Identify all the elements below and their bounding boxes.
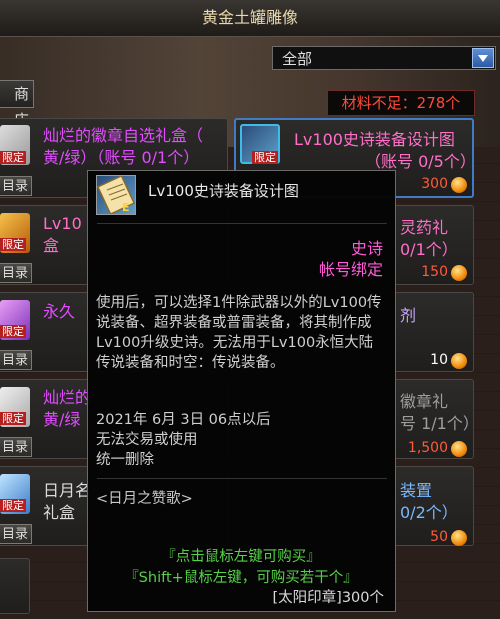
tooltip-title: Lv100史诗装备设计图 — [148, 182, 299, 200]
item-name: 灿烂的 — [43, 388, 92, 407]
catalog-button[interactable]: 目录 — [0, 524, 32, 544]
item-name-line2: （账号 0/5个） — [365, 152, 476, 171]
item-name-line2: 礼盒 — [43, 503, 76, 522]
limited-badge: 限定 — [0, 499, 26, 512]
tooltip-delete-note: 统一删除 — [96, 452, 154, 468]
svg-text:E: E — [122, 201, 130, 214]
coin-icon — [451, 265, 467, 281]
item-name: Lv10 — [43, 214, 82, 233]
item-name-line2: 黄/绿）（账号 0/1个） — [43, 148, 200, 167]
dropdown-arrow-icon[interactable] — [472, 48, 494, 68]
coin-icon — [451, 177, 467, 193]
item-card[interactable] — [0, 558, 30, 614]
catalog-button[interactable]: 目录 — [0, 350, 32, 370]
tooltip-bind-type: 帐号绑定 — [318, 260, 383, 279]
item-name-line2: 盒 — [43, 236, 60, 255]
tooltip-bulk-buy-hint: 『Shift+鼠标左键，可购买若干个』 — [124, 570, 358, 586]
item-name: 灿烂的徽章自选礼盒（ — [43, 126, 204, 145]
window-title: 黄金土罐雕像 — [201, 8, 298, 27]
tab-shop[interactable]: 商店 — [0, 80, 34, 129]
tooltip-restriction: 无法交易或使用 — [96, 432, 198, 448]
catalog-button[interactable]: 目录 — [0, 437, 32, 457]
limited-badge: 限定 — [0, 238, 26, 251]
coin-icon — [451, 441, 467, 457]
item-name-line2: 号 1/1个） — [400, 414, 479, 433]
category-filter-value: 全部 — [282, 50, 313, 68]
item-name: 日月名 — [43, 481, 92, 500]
limited-badge: 限定 — [252, 151, 278, 164]
item-name: 装置 — [400, 481, 433, 500]
catalog-button[interactable]: 目录 — [0, 176, 32, 196]
material-shortage-notice: 材料不足：278个 — [327, 90, 475, 116]
tooltip-buy-hint: 『点击鼠标左键可购买』 — [161, 549, 321, 565]
tooltip-cost: [太阳印章]300个 — [272, 590, 385, 606]
coin-icon — [451, 530, 467, 546]
item-name-line2: 黄/绿 — [43, 410, 81, 429]
limited-badge: 限定 — [0, 412, 26, 425]
item-name-line2: 0/2个） — [400, 503, 458, 522]
item-name: 永久 — [43, 302, 76, 321]
divider — [97, 223, 387, 224]
coin-icon — [451, 353, 467, 369]
item-name: 剂 — [400, 306, 417, 325]
tooltip-set-name: <日月之赞歌> — [96, 491, 193, 507]
item-name: 灵药礼 — [400, 218, 449, 237]
tooltip-description: 使用后，可以选择1件除武器以外的Lv100传说装备、超界装备或普雷装备，将其制作… — [96, 295, 382, 371]
scroll-icon: E — [96, 174, 136, 216]
tooltip-expiry-date: 2021年 6月 3日 06点以后 — [96, 412, 271, 428]
catalog-button[interactable]: 目录 — [0, 263, 32, 283]
limited-badge: 限定 — [0, 325, 26, 338]
limited-badge: 限定 — [0, 151, 26, 164]
divider — [97, 478, 387, 479]
item-name: 徽章礼 — [400, 392, 449, 411]
item-name-line2: 0/1个） — [400, 240, 458, 259]
item-name: Lv100史诗装备设计图 — [294, 130, 455, 149]
